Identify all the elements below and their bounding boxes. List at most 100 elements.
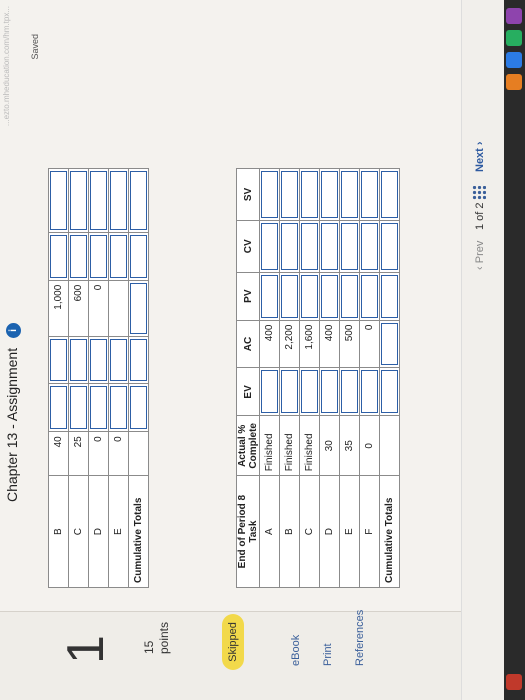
points-label: points [157,621,171,654]
pv-input[interactable] [361,274,378,318]
cv-input[interactable] [321,222,338,270]
cv-input[interactable] [301,222,318,270]
cv-header: CV [236,220,260,273]
app-icon[interactable] [506,52,522,68]
actual-header: Actual % Complete [236,415,260,476]
table-row: C Finished 1,600 [299,168,320,588]
input-field[interactable] [110,171,127,230]
saved-status: Saved [30,34,40,60]
input-field[interactable] [90,338,107,382]
app-icon[interactable] [506,8,522,24]
total-input[interactable] [130,171,147,230]
cv-input[interactable] [361,222,378,270]
table-row: C 25 600 [68,168,89,588]
pv-input[interactable] [301,274,318,318]
total-input[interactable] [381,322,398,366]
input-field[interactable] [70,171,87,230]
input-field[interactable] [90,171,107,230]
input-field[interactable] [50,171,67,230]
resource-links: eBook Print References [290,610,386,666]
cv-input[interactable] [281,222,298,270]
task-header: Task [248,520,259,543]
table-header-row: End of Period 8 Task Actual % Complete E… [236,168,260,588]
url-fragment: ...ezto.mheducation.com/hm.tpx... [2,6,11,127]
table-row: A Finished 400 [259,168,280,588]
skipped-badge: Skipped [222,614,244,670]
cv-input[interactable] [261,222,278,270]
ev-input[interactable] [70,386,87,430]
sv-input[interactable] [301,171,318,218]
totals-row: Cumulative Totals [379,168,400,588]
input-field[interactable] [90,234,107,278]
sv-header: SV [236,168,260,221]
total-input[interactable] [381,370,398,414]
ev-input[interactable] [261,370,278,414]
totals-row: Cumulative Totals [128,168,149,588]
app-icon[interactable] [506,30,522,46]
dock-bar [504,0,525,700]
ev-input[interactable] [90,386,107,430]
total-input[interactable] [130,234,147,278]
ev-header: EV [236,367,260,416]
sv-input[interactable] [361,171,378,218]
question-number: 1 [57,635,115,664]
total-input[interactable] [381,274,398,318]
ev-input[interactable] [281,370,298,414]
info-icon[interactable]: i [5,323,21,339]
input-field[interactable] [70,338,87,382]
table-row: F 0 0 [359,168,380,588]
sv-input[interactable] [321,171,338,218]
pv-input[interactable] [281,274,298,318]
app-icon[interactable] [506,74,522,90]
ev-input[interactable] [321,370,338,414]
assignment-title: Chapter 13 - Assignment i [4,323,21,502]
pagination-footer: ‹ Prev 1 of 2 Next › [461,0,504,700]
period-header: End of Period 8 [237,494,248,569]
table-row: D 0 0 [88,168,109,588]
pv-input[interactable] [321,274,338,318]
ev-input[interactable] [301,370,318,414]
total-input[interactable] [381,222,398,270]
ebook-link[interactable]: eBook [290,610,302,666]
cv-input[interactable] [341,222,358,270]
table-row: E 0 [108,168,129,588]
total-input[interactable] [130,386,147,430]
top-bar: Chapter 13 - Assignment i Saved ...ezto.… [0,0,40,612]
period-8-table: End of Period 8 Task Actual % Complete E… [236,168,400,588]
input-field[interactable] [110,338,127,382]
ev-input[interactable] [341,370,358,414]
question-sidebar: 1 15 points Skipped eBook Print Referenc… [0,610,525,700]
next-button[interactable]: Next › [474,141,486,172]
ev-input[interactable] [361,370,378,414]
total-input[interactable] [130,338,147,382]
input-field[interactable] [50,234,67,278]
prev-button[interactable]: ‹ Prev [474,241,486,270]
ev-input[interactable] [110,386,127,430]
print-link[interactable]: Print [322,610,334,666]
ac-header: AC [236,320,260,368]
screen: Chapter 13 - Assignment i Saved ...ezto.… [0,0,525,700]
sv-input[interactable] [341,171,358,218]
table-row: B 40 1,000 [48,168,69,588]
table-row: D 30 400 [319,168,340,588]
input-field[interactable] [50,338,67,382]
question-grid-icon[interactable] [472,186,486,200]
references-link[interactable]: References [354,610,366,666]
app-icon[interactable] [506,674,522,690]
page-indicator: 1 of 2 [474,202,486,230]
total-input[interactable] [130,282,147,334]
sv-input[interactable] [281,171,298,218]
input-field[interactable] [110,234,127,278]
table-row: B Finished 2,200 [279,168,300,588]
points-value: 15 [142,640,156,654]
total-input[interactable] [381,171,398,218]
pv-header: PV [236,272,260,321]
table-row: E 35 500 [339,168,360,588]
sv-input[interactable] [261,171,278,218]
input-field[interactable] [70,234,87,278]
ev-input[interactable] [50,386,67,430]
top-task-table: B 40 1,000 C 25 600 D 0 0 E 0 Cumulative… [48,168,149,588]
points-info: 15 points [142,622,172,654]
pv-input[interactable] [341,274,358,318]
pv-input[interactable] [261,274,278,318]
